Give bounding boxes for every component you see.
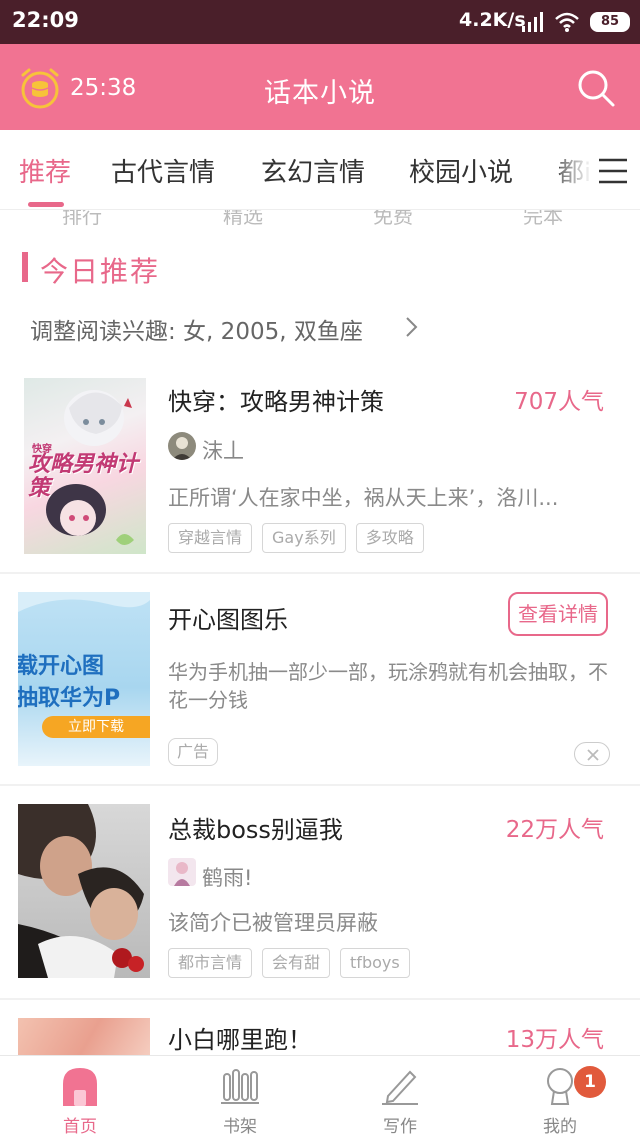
- bookshelf-icon: [221, 1069, 259, 1104]
- tag[interactable]: 穿越言情: [168, 523, 253, 553]
- ad-download-button[interactable]: 立即下载: [42, 716, 150, 738]
- author-avatar[interactable]: [168, 858, 196, 886]
- tag[interactable]: 会有甜: [262, 948, 331, 978]
- ad-title[interactable]: 开心图图乐: [168, 600, 288, 635]
- shortcut-complete[interactable]: 完本: [523, 210, 563, 226]
- home-icon: [63, 1068, 97, 1106]
- bottom-nav: 首页 书架 写作 1 我的: [0, 1055, 640, 1138]
- app-header: 25:38 话本小说: [0, 44, 640, 130]
- book-cover[interactable]: [18, 1018, 150, 1056]
- ad-description: 华为手机抽一部少一部，玩涂鸦就有机会抽取，不花一分钱: [168, 660, 608, 712]
- nav-label: 我的: [543, 1117, 577, 1137]
- nav-write[interactable]: 写作: [340, 1056, 460, 1138]
- nav-label: 书架: [223, 1117, 257, 1137]
- book-title[interactable]: 小白哪里跑！: [168, 1020, 312, 1055]
- menu-icon[interactable]: [598, 158, 628, 184]
- tag[interactable]: 都市言情: [168, 948, 253, 978]
- nav-profile[interactable]: 1 我的: [500, 1056, 620, 1138]
- ad-banner-line1: 载开心图: [18, 654, 105, 679]
- close-icon[interactable]: [574, 742, 610, 766]
- tag-list: 穿越言情 Gay系列 多攻略: [168, 523, 424, 553]
- book-title[interactable]: 总裁boss别逼我: [168, 810, 343, 845]
- ad-banner-line2: 抽取华为P: [18, 686, 121, 711]
- tab-campus[interactable]: 校园小说: [409, 152, 513, 189]
- popularity: 13万人气: [505, 1027, 604, 1053]
- popularity: 22万人气: [505, 817, 604, 843]
- adjust-interest-link[interactable]: 调整阅读兴趣: 女, 2005, 双鱼座: [30, 312, 363, 346]
- author-name[interactable]: 鹤雨!: [202, 862, 252, 892]
- tag[interactable]: 多攻略: [355, 523, 424, 553]
- tag-list: 都市言情 会有甜 tfboys: [168, 948, 410, 978]
- book-card[interactable]: 小白哪里跑！ 13万人气: [0, 1000, 640, 1056]
- tab-recommend[interactable]: 推荐: [19, 152, 71, 189]
- shortcut-ranking[interactable]: 排行: [62, 210, 102, 226]
- category-tabs: 推荐 古代言情 玄幻言情 校园小说 都i: [0, 130, 640, 210]
- search-icon[interactable]: [576, 68, 616, 108]
- network-speed: 4.2K/s: [459, 9, 526, 31]
- shortcut-free[interactable]: 免费: [373, 210, 413, 226]
- nav-label: 首页: [63, 1117, 97, 1137]
- section-title: 今日推荐: [40, 255, 161, 288]
- view-details-button[interactable]: 查看详情: [508, 592, 608, 636]
- signal-icon: [522, 12, 543, 32]
- wifi-icon: [555, 12, 579, 32]
- status-bar: 22:09 4.2K/s 85: [0, 0, 640, 44]
- popularity: 707人气: [514, 389, 604, 415]
- nav-home[interactable]: 首页: [20, 1056, 140, 1138]
- pen-icon: [382, 1070, 418, 1105]
- book-cover[interactable]: [18, 804, 150, 978]
- book-card[interactable]: 快穿 攻略男神计策 快穿：攻略男神计策 707人气 沫丄 正所谓‘人在家中坐，祸…: [0, 360, 640, 570]
- tag[interactable]: Gay系列: [262, 523, 346, 553]
- nav-label: 写作: [383, 1117, 417, 1137]
- author-name[interactable]: 沫丄: [202, 435, 244, 465]
- status-time: 22:09: [12, 8, 79, 32]
- book-title[interactable]: 快穿：攻略男神计策: [168, 382, 384, 417]
- battery-icon: 85: [590, 12, 630, 32]
- synopsis: 正所谓‘人在家中坐，祸从天上来’，洛川...: [168, 486, 559, 510]
- notification-badge: 1: [574, 1066, 606, 1098]
- section-marker: [22, 252, 28, 282]
- tab-ancient-romance[interactable]: 古代言情: [111, 152, 215, 189]
- book-card[interactable]: 总裁boss别逼我 22万人气 鹤雨! 该简介已被管理员屏蔽 都市言情 会有甜 …: [0, 786, 640, 996]
- tag[interactable]: tfboys: [340, 948, 410, 978]
- active-tab-indicator: [28, 202, 64, 207]
- book-cover[interactable]: 快穿 攻略男神计策: [24, 378, 146, 554]
- nav-bookshelf[interactable]: 书架: [180, 1056, 300, 1138]
- tab-fantasy-romance[interactable]: 玄幻言情: [261, 152, 365, 189]
- cover-title: 攻略男神计策: [28, 451, 139, 501]
- app-title: 话本小说: [264, 78, 376, 109]
- ad-banner[interactable]: 载开心图 抽取华为P 立即下载: [18, 592, 150, 766]
- author-avatar[interactable]: [168, 432, 196, 460]
- synopsis: 该简介已被管理员屏蔽: [168, 911, 378, 935]
- ad-label: 广告: [168, 738, 219, 766]
- shortcut-featured[interactable]: 精选: [223, 210, 263, 226]
- cover-illustration: [18, 804, 144, 978]
- shortcut-row: 排行 精选 免费 完本: [0, 210, 640, 226]
- chevron-right-icon[interactable]: [404, 316, 420, 338]
